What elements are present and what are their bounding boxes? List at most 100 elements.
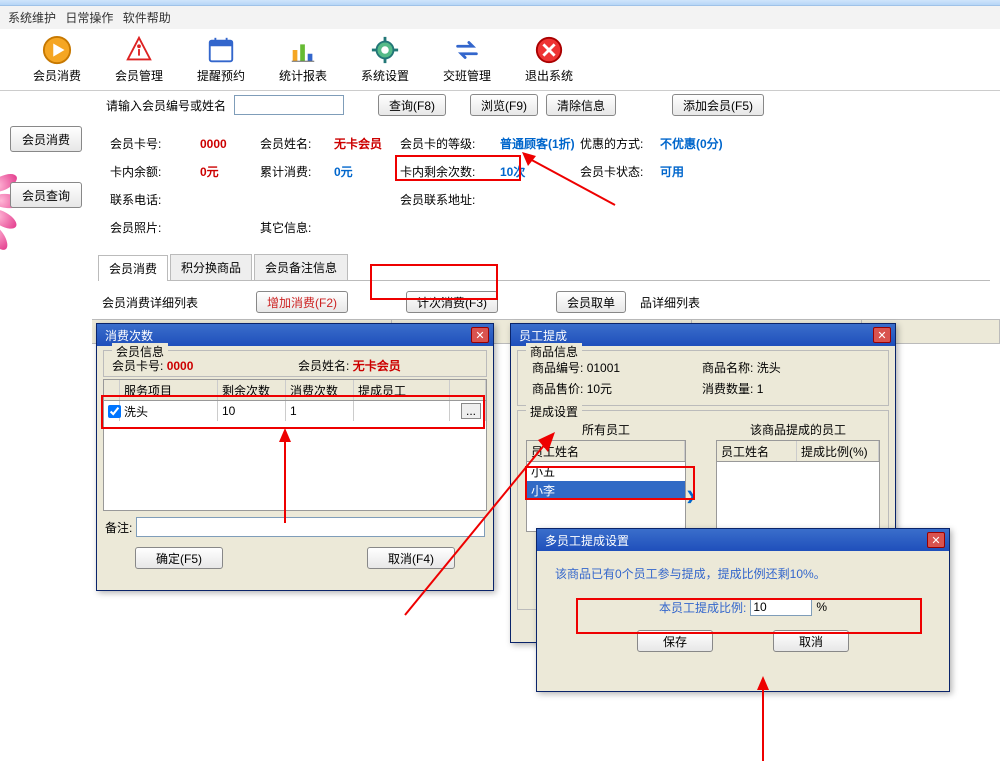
tool-member-consume-label: 会员消费 <box>33 67 81 84</box>
dlg1-th-remain: 剩余次数 <box>218 380 286 400</box>
dlg1-row-service: 洗头 <box>120 401 218 421</box>
dlg1-note-label: 备注: <box>105 519 132 536</box>
tool-remind-label: 提醒预约 <box>197 67 245 84</box>
add-member-button[interactable]: 添加会员(F5) <box>672 94 764 116</box>
dlg3-pct-label: % <box>816 600 827 614</box>
dlg1-title: 消费次数 <box>105 327 153 344</box>
browse-button[interactable]: 浏览(F9) <box>470 94 538 116</box>
dlg3-cancel-button[interactable]: 取消 <box>773 630 849 652</box>
menu-bar: 系统维护 日常操作 软件帮助 <box>0 6 1000 29</box>
count-consume-button[interactable]: 计次消费(F3) <box>406 291 498 313</box>
dlg2-goods-group: 商品信息 商品编号: 01001 商品名称: 洗头 商品售价: 10元 消费数量… <box>517 350 889 406</box>
tool-exit-label: 退出系统 <box>525 67 573 84</box>
tool-shift-label: 交班管理 <box>443 67 491 84</box>
status-label: 会员卡状态: <box>580 158 660 186</box>
dlg2-close-icon[interactable]: ✕ <box>873 327 891 343</box>
dlg3-buttons: 保存 取消 <box>537 630 949 652</box>
clear-button[interactable]: 清除信息 <box>546 94 616 116</box>
left-sidebar: 会员消费 会员查询 <box>0 86 92 208</box>
menu-system[interactable]: 系统维护 <box>8 11 56 25</box>
tool-report-label: 统计报表 <box>279 67 327 84</box>
dlg2-assigned-label: 该商品提成的员工 <box>716 421 880 438</box>
dlg3-msg: 该商品已有0个员工参与提成，提成比例还剩10%。 <box>537 551 949 588</box>
total-label: 累计消费: <box>260 158 334 186</box>
sidebar-query-button[interactable]: 会员查询 <box>10 182 82 208</box>
dlg2-staff-list: 小五 小李 <box>526 462 686 532</box>
level-value: 普通顾客(1折) <box>500 130 575 158</box>
photo-label: 会员照片: <box>110 214 200 242</box>
dlg2-title: 员工提成 <box>519 327 567 344</box>
dlg3-save-button[interactable]: 保存 <box>637 630 713 652</box>
other-label: 其它信息: <box>260 214 334 242</box>
dlg1-cancel-button[interactable]: 取消(F4) <box>367 547 455 569</box>
dlg2-staff-row[interactable]: 小五 <box>527 462 685 481</box>
dlg1-row-ellipsis-button[interactable]: ... <box>461 403 481 419</box>
tool-report[interactable]: 统计报表 <box>276 35 330 84</box>
sidebar-consume-button[interactable]: 会员消费 <box>10 126 82 152</box>
dlg3-ratio-input[interactable] <box>750 598 812 616</box>
dialog-consume-times: 消费次数 ✕ 会员信息 会员卡号: 0000 会员姓名: 无卡会员 服务项目 剩… <box>96 323 494 591</box>
tool-shift[interactable]: 交班管理 <box>440 35 494 84</box>
dlg1-close-icon[interactable]: ✕ <box>471 327 489 343</box>
tab-consume[interactable]: 会员消费 <box>98 255 168 281</box>
discount-label: 优惠的方式: <box>580 130 660 158</box>
dlg1-th-staff: 提成员工 <box>354 380 450 400</box>
dlg2-th3: 提成比例(%) <box>797 441 879 461</box>
tab-notes[interactable]: 会员备注信息 <box>254 254 348 280</box>
discount-value: 不优惠(0分) <box>660 130 723 158</box>
dlg1-ok-button[interactable]: 确定(F5) <box>135 547 223 569</box>
dlg2-th1: 员工姓名 <box>527 441 685 461</box>
tab-bar: 会员消费 积分换商品 会员备注信息 <box>98 254 990 281</box>
dlg2-code-value: 01001 <box>587 361 620 375</box>
tool-member-manage[interactable]: 会员管理 <box>112 35 166 84</box>
tool-settings-label: 系统设置 <box>361 67 409 84</box>
tool-member-consume[interactable]: 会员消费 <box>30 35 84 84</box>
goods-detail-label: 品详细列表 <box>640 294 700 311</box>
dlg2-move-right-icon[interactable]: ❯ <box>686 489 696 503</box>
tab-points[interactable]: 积分换商品 <box>170 254 252 280</box>
dlg2-price-value: 10元 <box>587 382 612 396</box>
dlg1-th-consume: 消费次数 <box>286 380 354 400</box>
dlg3-ratio-label: 本员工提成比例: <box>659 599 746 616</box>
dlg1-card-label: 会员卡号: <box>112 359 163 373</box>
dlg2-g1-title: 商品信息 <box>526 343 582 360</box>
query-button[interactable]: 查询(F8) <box>378 94 446 116</box>
detail-actions: 会员消费详细列表 增加消费(F2) 计次消费(F3) 会员取单 品详细列表 <box>92 281 1000 319</box>
dlg1-th-check <box>104 380 120 400</box>
addr-label: 会员联系地址: <box>400 186 510 214</box>
dlg2-staff-row-selected[interactable]: 小李 <box>527 481 685 500</box>
tool-settings[interactable]: 系统设置 <box>358 35 412 84</box>
balance-label: 卡内余额: <box>110 158 200 186</box>
dlg3-ratio-row: 本员工提成比例: % <box>537 588 949 630</box>
dlg3-titlebar[interactable]: 多员工提成设置 ✕ <box>537 529 949 551</box>
card-no-value: 0000 <box>200 130 227 158</box>
balance-value: 0元 <box>200 158 219 186</box>
card-no-label: 会员卡号: <box>110 130 200 158</box>
dlg1-table-row[interactable]: 洗头 10 1 ... <box>104 401 486 421</box>
dlg2-all-staff-label: 所有员工 <box>526 421 686 438</box>
menu-help[interactable]: 软件帮助 <box>123 11 171 25</box>
dlg2-name-value: 洗头 <box>757 361 781 375</box>
name-label: 会员姓名: <box>260 130 334 158</box>
dlg2-qty-value: 1 <box>757 382 764 396</box>
menu-daily[interactable]: 日常操作 <box>65 11 113 25</box>
member-info: 会员卡号:0000 会员姓名:无卡会员 会员卡的等级:普通顾客(1折) 优惠的方… <box>92 124 1000 248</box>
dlg2-th2: 员工姓名 <box>717 441 797 461</box>
dlg1-note-input[interactable] <box>136 517 485 537</box>
level-label: 会员卡的等级: <box>400 130 500 158</box>
dlg1-name-label: 会员姓名: <box>298 359 349 373</box>
dlg1-row-consume: 1 <box>286 401 354 421</box>
add-consume-button[interactable]: 增加消费(F2) <box>256 291 348 313</box>
dlg1-group-title: 会员信息 <box>112 343 168 360</box>
main-panel: 请输入会员编号或姓名 查询(F8) 浏览(F9) 清除信息 添加会员(F5) 会… <box>92 86 1000 344</box>
dlg1-th-service: 服务项目 <box>120 380 218 400</box>
remain-value: 10次 <box>500 158 525 186</box>
dlg3-close-icon[interactable]: ✕ <box>927 532 945 548</box>
search-input[interactable] <box>234 95 344 115</box>
member-order-button[interactable]: 会员取单 <box>556 291 626 313</box>
detail-list-label: 会员消费详细列表 <box>102 294 198 311</box>
dlg2-price-label: 商品售价: <box>532 382 583 396</box>
tool-remind[interactable]: 提醒预约 <box>194 35 248 84</box>
tool-exit[interactable]: 退出系统 <box>522 35 576 84</box>
dlg1-buttons: 确定(F5) 取消(F4) <box>97 543 493 573</box>
